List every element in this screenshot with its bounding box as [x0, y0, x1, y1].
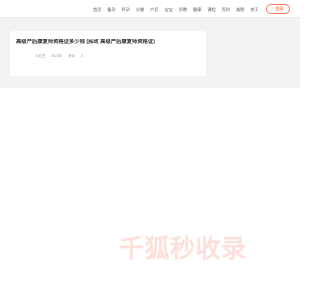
nav-preparation[interactable]: 备孕	[104, 5, 118, 14]
site-logo-text: 千狐秒收录	[119, 234, 247, 263]
meta-author: 小红豆	[35, 54, 46, 58]
nav-pregnancy[interactable]: 怀孕	[119, 5, 133, 14]
site-logo: 千狐秒收录	[119, 231, 269, 263]
nav-encyclopedia[interactable]: 百科	[219, 5, 233, 14]
site-logo-graphic: 千狐秒收录	[119, 234, 247, 263]
article-title[interactable]: 高级产后康复师资格证多少钱 (民政 高级产后康复师资格证)	[16, 39, 202, 46]
login-button[interactable]: ↑ 登录	[266, 4, 290, 14]
nav-about[interactable]: 关于	[247, 5, 261, 14]
nav-courses[interactable]: 课程	[204, 5, 218, 14]
main-nav: 首页 备孕 怀孕 分娩 产后 宝宝 早教 健康 课程 百科 减肥 关于	[90, 5, 262, 14]
nav-postpartum[interactable]: 产后	[147, 5, 161, 14]
nav-early-education[interactable]: 早教	[176, 5, 190, 14]
nav-baby[interactable]: 宝宝	[161, 5, 175, 14]
nav-weight-loss[interactable]: 减肥	[233, 5, 247, 14]
meta-date: 2023年	[51, 54, 63, 58]
top-navigation-bar: 首页 备孕 怀孕 分娩 产后 宝宝 早教 健康 课程 百科 减肥 关于 ↑ 登录	[0, 0, 300, 18]
nav-home[interactable]: 首页	[90, 5, 104, 14]
article-meta: 小红豆 2023年 育评 0	[35, 53, 83, 59]
meta-count: 0	[80, 54, 83, 58]
meta-category: 育评	[68, 54, 75, 58]
article-card[interactable]: 高级产后康复师资格证多少钱 (民政 高级产后康复师资格证) 小红豆 2023年 …	[10, 31, 206, 76]
nav-delivery[interactable]: 分娩	[133, 5, 147, 14]
nav-health[interactable]: 健康	[190, 5, 204, 14]
